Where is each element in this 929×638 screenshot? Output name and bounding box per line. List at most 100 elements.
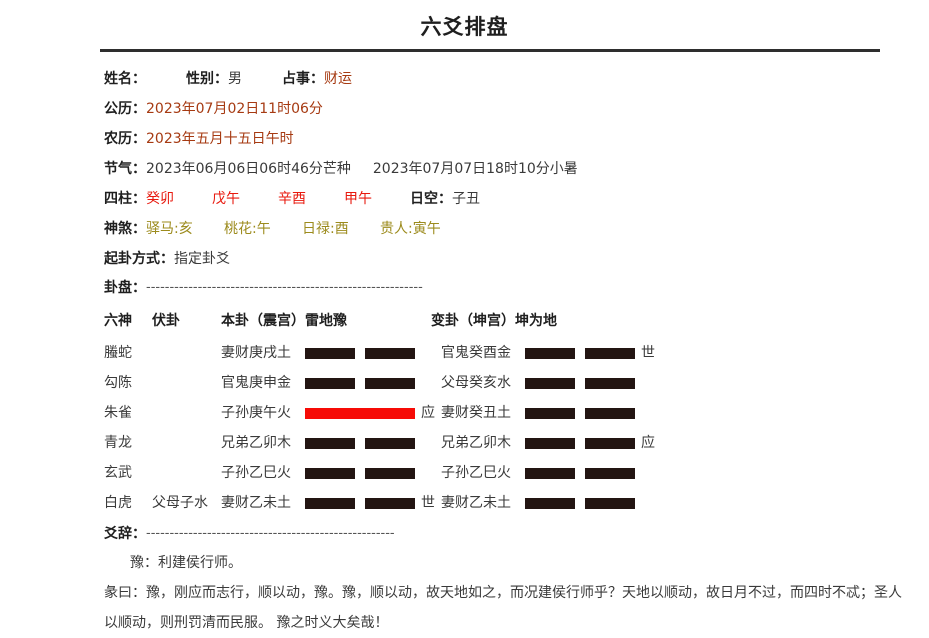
yao-bar-left (305, 347, 355, 359)
pillar-day: 辛酉 (278, 191, 306, 207)
gender-label: 性别： (186, 71, 228, 87)
six-yao-chart-page: 六爻排盘 姓名： 性别：男 占事：财运 公历：2023年07月02日11时06分 农… (0, 0, 929, 631)
bian-shi-ying-mark: 应 (641, 435, 655, 451)
divination-method-value: 指定卦爻 (174, 251, 230, 267)
bian-yao-name: 官鬼癸酉金 (441, 345, 511, 361)
tuan-text: 彖曰：豫，刚应而志行，顺以动，豫。豫，顺以动，故天地如之，而况建侯行师乎？天地以… (104, 585, 902, 631)
yaoci-label: 爻辞： (104, 526, 146, 542)
lunar-date-row: 农历：2023年五月十五日午时 (104, 124, 929, 154)
pillar-month: 戊午 (212, 191, 240, 207)
lunar-date-label: 农历： (104, 131, 146, 147)
six-god-label: 朱雀 (104, 405, 132, 421)
lunar-date-value: 2023年五月十五日午时 (146, 131, 294, 147)
ben-yao-name: 子孙乙巳火 (221, 465, 291, 481)
pillar-hour: 甲午 (344, 191, 372, 207)
yao-line-broken (305, 347, 415, 359)
shensha-item-guiren: 贵人:寅午 (380, 221, 441, 237)
yao-line-broken (525, 437, 635, 449)
bian-gua-cell: 妻财乙未土 (441, 488, 661, 518)
yao-bar-right (585, 497, 635, 509)
hexagram-table: 六神 伏卦 本卦（震宫）雷地豫 变卦（坤宫）坤为地 螣蛇 妻财庚戌土 官鬼癸酉金世勾… (0, 302, 929, 518)
bian-shi-ying-mark: 世 (641, 345, 655, 361)
ben-gua-cell: 兄弟乙卯木 (221, 428, 441, 458)
yao-bar-left (305, 377, 355, 389)
hexagram-rows-container: 螣蛇 妻财庚戌土 官鬼癸酉金世勾陈 官鬼庚申金 父母癸亥水 朱雀 子孙庚午火应妻财癸丑土 青龙… (104, 338, 929, 518)
yao-bar-left (305, 497, 355, 509)
six-god-label: 青龙 (104, 435, 132, 451)
solar-date-value: 2023年07月02日11时06分 (146, 101, 323, 117)
yao-bar-left (305, 437, 355, 449)
shensha-item-taohua: 桃花:午 (224, 221, 271, 237)
yaoci-separator-row: 爻辞： -------------------------------------… (104, 520, 929, 548)
yao-line-broken (525, 347, 635, 359)
six-god-label: 白虎 (104, 495, 132, 511)
name-label: 姓名： (104, 71, 146, 87)
column-header-fu-gua: 伏卦 (152, 313, 180, 329)
yao-bar-left (525, 437, 575, 449)
hexagram-row: 勾陈 官鬼庚申金 父母癸亥水 (104, 368, 929, 398)
pillar-year: 癸卯 (146, 191, 174, 207)
four-pillars-row: 四柱：癸卯 戊午 辛酉 甲午 日空：子丑 (104, 184, 929, 214)
solar-date-label: 公历： (104, 101, 146, 117)
yao-bar-right (585, 377, 635, 389)
shensha-label: 神煞： (104, 221, 146, 237)
guapan-separator-row: 卦盘： -------------------------------------… (104, 274, 929, 302)
bian-gua-cell: 子孙乙巳火 (441, 458, 661, 488)
bian-gua-cell: 官鬼癸酉金 世 (441, 338, 661, 368)
guapan-label: 卦盘： (104, 280, 146, 296)
ben-yao-name: 妻财乙未土 (221, 495, 291, 511)
yao-bar-right (585, 407, 635, 419)
six-god-label: 螣蛇 (104, 345, 132, 361)
solar-term-value-2: 2023年07月07日18时10分小暑 (372, 161, 578, 177)
ben-yao-name: 兄弟乙卯木 (221, 435, 291, 451)
kongwang-value: 子丑 (452, 191, 480, 207)
yaoci-dashes: ----------------------------------------… (146, 526, 395, 541)
hexagram-row: 螣蛇 妻财庚戌土 官鬼癸酉金 世 (104, 338, 929, 368)
divination-method-row: 起卦方式：指定卦爻 (104, 244, 929, 274)
column-header-six-god: 六神 (104, 313, 132, 329)
hexagram-row: 玄武 子孙乙巳火 子孙乙巳火 (104, 458, 929, 488)
page-title: 六爻排盘 (420, 15, 509, 39)
solar-term-row: 节气：2023年06月06日06时46分芒种 2023年07月07日18时10分小… (104, 154, 929, 184)
yao-line-broken (525, 497, 635, 509)
ben-yao-name: 子孙庚午火 (221, 405, 291, 421)
four-pillars-label: 四柱： (104, 191, 146, 207)
yao-bar-left (525, 497, 575, 509)
gua-text: 豫：利建侯行师。 (130, 555, 242, 571)
yao-bar-left (525, 407, 575, 419)
topic-value: 财运 (324, 71, 352, 87)
ben-shi-ying-mark: 应 (421, 405, 435, 421)
six-god-label: 勾陈 (104, 375, 132, 391)
yao-line-broken (305, 437, 415, 449)
bian-yao-name: 兄弟乙卯木 (441, 435, 511, 451)
yao-bar-right (585, 347, 635, 359)
bian-yao-name: 父母癸亥水 (441, 375, 511, 391)
yao-line-broken (525, 467, 635, 479)
column-header-ben-gua: 本卦（震宫）雷地豫 (221, 313, 347, 329)
yao-line-broken (305, 467, 415, 479)
ben-gua-cell: 妻财庚戌土 (221, 338, 441, 368)
yao-line-broken (305, 377, 415, 389)
yao-bar-right (365, 467, 415, 479)
bian-gua-cell: 父母癸亥水 (441, 368, 661, 398)
divination-method-label: 起卦方式： (104, 251, 174, 267)
yao-bar-right (365, 437, 415, 449)
column-header-bian-gua: 变卦（坤宫）坤为地 (431, 313, 557, 329)
hexagram-table-header: 六神 伏卦 本卦（震宫）雷地豫 变卦（坤宫）坤为地 (104, 307, 929, 335)
ben-gua-cell: 子孙庚午火 应 (221, 398, 441, 428)
ben-gua-cell: 妻财乙未土 世 (221, 488, 441, 518)
bian-yao-name: 子孙乙巳火 (441, 465, 511, 481)
ben-gua-cell: 官鬼庚申金 (221, 368, 441, 398)
yao-line-broken (305, 497, 415, 509)
bian-gua-cell: 兄弟乙卯木 应 (441, 428, 661, 458)
yao-line-broken (525, 377, 635, 389)
yao-bar-right (585, 437, 635, 449)
solar-date-row: 公历：2023年07月02日11时06分 (104, 94, 929, 124)
kongwang-label: 日空： (410, 191, 452, 207)
hexagram-row: 朱雀 子孙庚午火 应妻财癸丑土 (104, 398, 929, 428)
ben-yao-name: 官鬼庚申金 (221, 375, 291, 391)
info-block: 姓名： 性别：男 占事：财运 公历：2023年07月02日11时06分 农历：202… (0, 52, 929, 302)
bian-yao-name: 妻财癸丑土 (441, 405, 511, 421)
ben-yao-name: 妻财庚戌土 (221, 345, 291, 361)
yao-bar-left (525, 467, 575, 479)
